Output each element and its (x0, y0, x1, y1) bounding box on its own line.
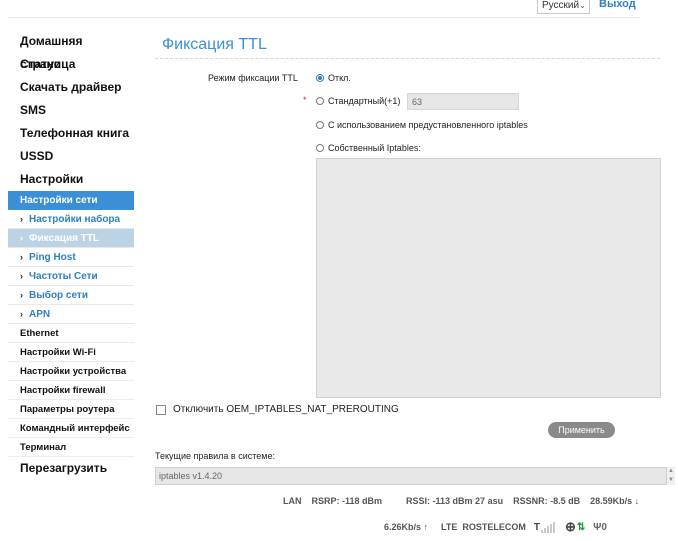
page-title: Фиксация TTL (162, 36, 267, 53)
sidebar-subitem-label: Настройки набора (29, 214, 121, 225)
signal-strength-icon: T (534, 521, 555, 533)
required-mark: * (303, 95, 307, 105)
logout-link[interactable]: Выход (599, 0, 636, 10)
title-divider (155, 58, 660, 59)
oem-iptables-label: Отключить OEM_IPTABLES_NAT_PREROUTING (173, 404, 399, 415)
ttl-mode-label: Режим фиксации TTL (208, 73, 298, 83)
top-divider (8, 17, 640, 18)
sidebar-subitem-frequencies[interactable]: › Частоты Сети (8, 267, 134, 286)
radio-preset-iptables[interactable]: С использованием предустановленного ipta… (316, 120, 528, 130)
radio-custom-iptables[interactable]: Собственный Iptables: (316, 143, 421, 153)
ttl-value-input[interactable] (407, 93, 519, 110)
sidebar-item-wifi-settings[interactable]: Настройки Wi-Fi (8, 343, 134, 362)
radio-standard-label: Стандартный(+1) (328, 96, 401, 106)
radio-button[interactable] (316, 121, 324, 129)
globe-icon: ⊕ ⇅ (565, 519, 586, 534)
sidebar-subitem-label: Ping Host (29, 252, 76, 263)
sidebar-subitem-apn[interactable]: › APN (8, 305, 134, 324)
language-select-value: Русский (542, 0, 580, 11)
sidebar-item-phonebook[interactable]: Телефонная книга (8, 122, 134, 145)
upload-speed: 6.26Kb/s ↑ (384, 522, 429, 532)
current-rules-label: Текущие правила в системе: (155, 451, 275, 461)
sidebar-subitem-ping-host[interactable]: › Ping Host (8, 248, 134, 267)
antenna-count: 0 (601, 521, 607, 533)
sidebar-subitem-label: APN (29, 309, 51, 320)
language-select[interactable]: Русский ⌄ (537, 0, 590, 14)
chevron-right-icon: › (20, 252, 23, 262)
sidebar-subitem-dial-settings[interactable]: › Настройки набора (8, 210, 134, 229)
sidebar-item-settings[interactable]: Настройки (8, 168, 134, 191)
chevron-right-icon: › (20, 233, 23, 243)
radio-preset-label: С использованием предустановленного ipta… (328, 120, 528, 130)
sidebar-item-download-driver[interactable]: Скачать драйвер (8, 76, 134, 99)
rssi-value: RSSI: -113 dBm 27 asu (406, 496, 504, 506)
sidebar-subitem-label: Фиксация TTL (29, 233, 100, 244)
sidebar-section-network-settings[interactable]: Настройки сети (8, 191, 134, 210)
top-bar: Русский ⌄ Выход (0, 0, 678, 18)
sidebar-item-router-params[interactable]: Параметры роутера (8, 400, 134, 419)
chevron-right-icon: › (20, 271, 23, 281)
apply-button[interactable]: Применить (548, 422, 615, 438)
sidebar-item-ussd[interactable]: USSD (8, 145, 134, 168)
oem-iptables-checkbox[interactable] (156, 404, 166, 415)
chevron-right-icon: › (20, 309, 23, 319)
custom-iptables-textarea[interactable] (316, 158, 661, 398)
chevron-right-icon: › (20, 290, 23, 300)
chevron-right-icon: › (20, 214, 23, 224)
download-speed: 28.59Kb/s ↓ (590, 496, 640, 506)
radio-custom-label: Собственный Iptables: (328, 143, 421, 153)
antenna-icon: Ψ0 (593, 521, 607, 533)
rsrp-value: RSRP: -118 dBm (311, 496, 383, 506)
data-transfer-arrows-icon: ⇅ (576, 521, 586, 533)
sidebar-subitem-ttl[interactable]: › Фиксация TTL (8, 229, 134, 248)
radio-button[interactable] (316, 97, 324, 105)
radio-standard[interactable]: Стандартный(+1) (316, 96, 400, 106)
radio-off[interactable]: Откл. (316, 73, 351, 83)
sidebar-item-reboot[interactable]: Перезагрузить (8, 457, 134, 480)
rules-scrollbar[interactable]: ▲ ▼ (667, 467, 675, 485)
sidebar-subitem-label: Выбор сети (29, 290, 88, 301)
radio-button-checked[interactable] (316, 74, 324, 82)
sidebar-item-home[interactable]: Домашняя страница (8, 30, 134, 71)
current-rules-box[interactable]: iptables v1.4.20 (155, 467, 667, 485)
sidebar-item-terminal[interactable]: Терминал (8, 438, 134, 457)
sidebar-item-firewall-settings[interactable]: Настройки firewall (8, 381, 134, 400)
sidebar-subitem-label: Частоты Сети (29, 271, 98, 282)
radio-off-label: Откл. (328, 73, 351, 83)
operator-name: ROSTELECOM (462, 522, 526, 532)
network-type: LTE (441, 522, 458, 532)
chevron-down-icon: ⌄ (579, 1, 586, 10)
radio-button[interactable] (316, 144, 324, 152)
sidebar: Домашняя страница Статус Скачать драйвер… (8, 30, 134, 480)
status-bar-bottom: 6.26Kb/s ↑ LTE ROSTELECOM T ⊕ ⇅ Ψ0 (384, 519, 607, 535)
rssnr-value: RSSNR: -8.5 dB (513, 496, 581, 506)
connection-type: LAN (283, 496, 302, 506)
sidebar-item-sms[interactable]: SMS (8, 99, 134, 122)
sidebar-subitem-network-select[interactable]: › Выбор сети (8, 286, 134, 305)
sidebar-item-command-interface[interactable]: Командный интерфейс (8, 419, 134, 438)
sidebar-item-device-settings[interactable]: Настройки устройства (8, 362, 134, 381)
status-bar-top: LAN RSRP: -118 dBm RSSI: -113 dBm 27 asu… (283, 496, 639, 506)
oem-iptables-checkbox-row[interactable]: Отключить OEM_IPTABLES_NAT_PREROUTING (156, 404, 399, 415)
sidebar-item-ethernet[interactable]: Ethernet (8, 324, 134, 343)
